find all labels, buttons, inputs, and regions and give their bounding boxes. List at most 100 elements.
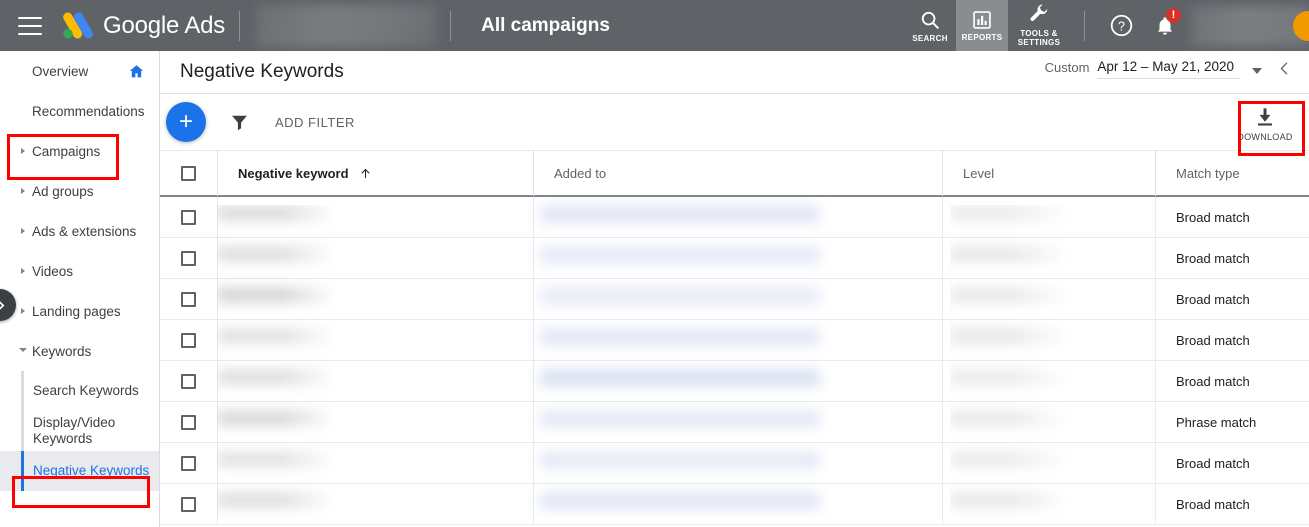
table-body: Broad match Broad match Broad match Broa… <box>160 196 1309 525</box>
sidebar-navigation: Overview Recommendations Campaigns Ad gr… <box>0 51 160 527</box>
column-header-match-type[interactable]: Match type <box>1155 150 1309 196</box>
topbar-tools-settings-button[interactable]: TOOLS & SETTINGS <box>1008 0 1070 51</box>
chevron-right-icon <box>0 301 4 309</box>
divider-3 <box>1084 10 1085 41</box>
user-name-redacted <box>1191 5 1309 46</box>
row-checkbox[interactable] <box>181 291 196 307</box>
google-ads-logo[interactable]: Google Ads <box>60 11 225 41</box>
column-header-label: Level <box>963 165 995 181</box>
account-scope-label: All campaigns <box>481 14 610 36</box>
divider-2 <box>450 10 452 41</box>
chevron-down-icon <box>19 347 27 355</box>
chevron-right-icon <box>21 148 25 154</box>
google-ads-logo-icon <box>63 11 93 38</box>
row-checkbox[interactable] <box>181 332 196 348</box>
row-checkbox[interactable] <box>181 209 196 225</box>
page-title: Negative Keywords <box>180 61 344 82</box>
add-negative-keyword-button[interactable]: + <box>166 102 206 142</box>
column-header-negative-keyword[interactable]: Negative keyword <box>217 150 533 196</box>
cell-match-type: Broad match <box>1155 483 1309 525</box>
cell-added-to <box>533 401 942 443</box>
sidebar-item-keywords[interactable]: Keywords <box>0 331 159 371</box>
table-row[interactable]: Broad match <box>160 360 1309 402</box>
chevron-right-icon <box>21 188 25 194</box>
topbar-reports-label: REPORTS <box>961 32 1003 42</box>
bar-chart-icon <box>973 10 991 29</box>
cell-level <box>942 401 1155 443</box>
sidebar-item-search-keywords[interactable]: Search Keywords <box>0 371 159 411</box>
cell-match-type: Broad match <box>1155 237 1309 279</box>
chevron-down-icon[interactable] <box>1252 68 1262 74</box>
sidebar-item-label: Search Keywords <box>33 383 139 398</box>
sub-nav-rail <box>21 411 24 451</box>
notification-badge: ! <box>1166 8 1181 23</box>
column-header-level[interactable]: Level <box>942 150 1155 196</box>
row-checkbox[interactable] <box>181 455 196 471</box>
sidebar-item-label: Overview <box>32 63 89 79</box>
table-row[interactable]: Phrase match <box>160 401 1309 443</box>
date-range-selector[interactable]: Custom Apr 12 – May 21, 2020 <box>1045 59 1295 79</box>
cell-match-type: Broad match <box>1155 360 1309 402</box>
date-range-value[interactable]: Apr 12 – May 21, 2020 <box>1097 59 1240 79</box>
chevron-left-icon[interactable] <box>1276 60 1293 77</box>
download-button[interactable]: DOWNLOAD <box>1230 100 1300 148</box>
cell-match-type: Broad match <box>1155 278 1309 320</box>
cell-match-type: Phrase match <box>1155 401 1309 443</box>
cell-negative-keyword <box>217 237 533 279</box>
table-row[interactable]: Broad match <box>160 278 1309 320</box>
sub-nav-rail-active <box>21 451 24 491</box>
chevron-right-icon <box>21 228 25 234</box>
add-filter-button[interactable]: ADD FILTER <box>275 115 355 130</box>
row-select-cell <box>160 197 217 238</box>
select-all-checkbox[interactable] <box>181 165 196 181</box>
row-checkbox[interactable] <box>181 373 196 389</box>
sidebar-item-display-video-keywords[interactable]: Display/Video Keywords <box>0 411 159 451</box>
table-toolbar: + ADD FILTER DOWNLOAD <box>160 94 1309 151</box>
home-icon <box>129 64 144 77</box>
funnel-icon[interactable] <box>230 113 249 132</box>
notifications-button[interactable]: ! <box>1143 0 1187 51</box>
row-select-cell <box>160 361 217 402</box>
cell-negative-keyword <box>217 196 533 238</box>
sidebar-item-overview[interactable]: Overview <box>0 51 159 91</box>
table-row[interactable]: Broad match <box>160 483 1309 525</box>
page-header: Negative Keywords Custom Apr 12 – May 21… <box>160 51 1309 94</box>
table-row[interactable]: Broad match <box>160 237 1309 279</box>
sidebar-item-recommendations[interactable]: Recommendations <box>0 91 159 131</box>
cell-level <box>942 237 1155 279</box>
row-checkbox[interactable] <box>181 414 196 430</box>
column-header-label: Negative keyword <box>238 165 349 181</box>
column-header-added-to[interactable]: Added to <box>533 150 942 196</box>
select-all-cell <box>160 150 217 196</box>
hamburger-icon[interactable] <box>18 16 42 35</box>
help-icon: ? <box>1110 14 1132 37</box>
row-checkbox[interactable] <box>181 250 196 266</box>
row-select-cell <box>160 484 217 525</box>
sidebar-item-negative-keywords[interactable]: Negative Keywords <box>0 451 159 491</box>
sidebar-item-videos[interactable]: Videos <box>0 251 159 291</box>
cell-level <box>942 483 1155 525</box>
sidebar-item-ad-groups[interactable]: Ad groups <box>0 171 159 211</box>
svg-text:?: ? <box>1118 19 1125 33</box>
sidebar-item-landing-pages[interactable]: Landing pages <box>0 291 159 331</box>
table-row[interactable]: Broad match <box>160 196 1309 238</box>
sidebar-item-ads-extensions[interactable]: Ads & extensions <box>0 211 159 251</box>
cell-level <box>942 360 1155 402</box>
topbar-search-button[interactable]: SEARCH <box>904 0 956 51</box>
sidebar-item-campaigns[interactable]: Campaigns <box>0 131 159 171</box>
sidebar-item-label: Recommendations <box>32 103 145 119</box>
table-row[interactable]: Broad match <box>160 319 1309 361</box>
top-app-bar: Google Ads All campaigns SEARCH REPORTS … <box>0 0 1309 51</box>
cell-added-to <box>533 196 942 238</box>
help-button[interactable]: ? <box>1099 0 1143 51</box>
row-select-cell <box>160 238 217 279</box>
column-header-label: Match type <box>1176 165 1240 181</box>
row-checkbox[interactable] <box>181 496 196 512</box>
chevron-right-icon <box>21 308 25 314</box>
topbar-reports-button[interactable]: REPORTS <box>956 0 1008 51</box>
cell-negative-keyword <box>217 483 533 525</box>
row-select-cell <box>160 320 217 361</box>
row-select-cell <box>160 279 217 320</box>
cell-added-to <box>533 278 942 320</box>
table-row[interactable]: Broad match <box>160 442 1309 484</box>
